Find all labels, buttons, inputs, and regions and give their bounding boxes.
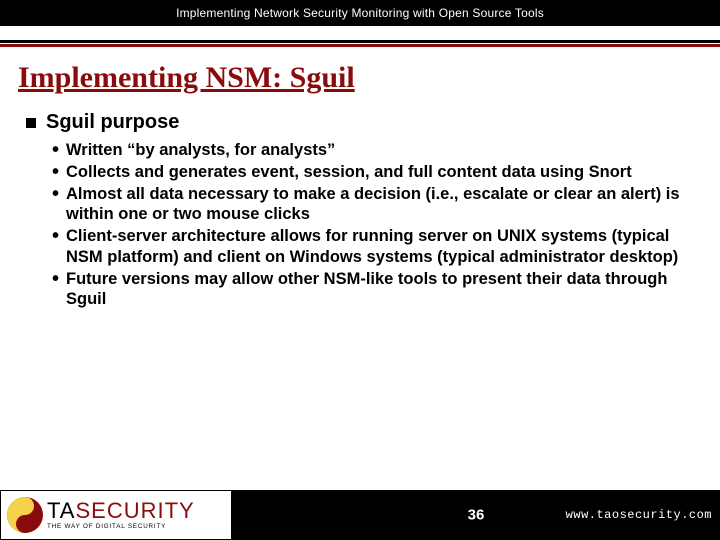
list-item: • Almost all data necessary to make a de… bbox=[52, 184, 694, 226]
logo: TASECURITY THE WAY OF DIGITAL SECURITY bbox=[0, 490, 232, 540]
slide-body: Sguil purpose • Written “by analysts, fo… bbox=[26, 111, 694, 310]
bullet-icon: • bbox=[52, 184, 59, 204]
bullet-text: Client-server architecture allows for ru… bbox=[66, 226, 694, 268]
header-title: Implementing Network Security Monitoring… bbox=[176, 6, 544, 20]
section-heading-row: Sguil purpose bbox=[26, 111, 694, 134]
list-item: • Future versions may allow other NSM-li… bbox=[52, 269, 694, 311]
yinyang-icon bbox=[7, 497, 43, 533]
slide: Implementing Network Security Monitoring… bbox=[0, 0, 720, 540]
footer-bar: 36 www.taosecurity.com bbox=[232, 490, 720, 540]
list-item: • Client-server architecture allows for … bbox=[52, 226, 694, 268]
bullet-list: • Written “by analysts, for analysts” • … bbox=[52, 140, 694, 310]
bullet-text: Almost all data necessary to make a deci… bbox=[66, 184, 694, 226]
list-item: • Written “by analysts, for analysts” bbox=[52, 140, 694, 161]
page-number: 36 bbox=[468, 507, 485, 524]
bullet-text: Collects and generates event, session, a… bbox=[66, 162, 632, 183]
section-heading: Sguil purpose bbox=[46, 111, 179, 134]
brand-name: TASECURITY bbox=[47, 500, 195, 522]
brand-name-left: TA bbox=[47, 498, 75, 523]
divider-dark bbox=[0, 40, 720, 43]
bullet-text: Future versions may allow other NSM-like… bbox=[66, 269, 694, 311]
bullet-icon: • bbox=[52, 269, 59, 289]
divider-red bbox=[0, 44, 720, 47]
slide-title: Implementing NSM: Sguil bbox=[18, 61, 720, 95]
list-item: • Collects and generates event, session,… bbox=[52, 162, 694, 183]
header-title-bar: Implementing Network Security Monitoring… bbox=[0, 0, 720, 26]
footer: TASECURITY THE WAY OF DIGITAL SECURITY 3… bbox=[0, 490, 720, 540]
bullet-icon: • bbox=[52, 140, 59, 160]
brand-name-right: SECURITY bbox=[75, 498, 194, 523]
bullet-text: Written “by analysts, for analysts” bbox=[66, 140, 335, 161]
bullet-icon: • bbox=[52, 226, 59, 246]
brand-text: TASECURITY THE WAY OF DIGITAL SECURITY bbox=[47, 500, 195, 530]
brand-tagline: THE WAY OF DIGITAL SECURITY bbox=[47, 524, 195, 530]
footer-url: www.taosecurity.com bbox=[566, 508, 712, 522]
square-bullet-icon bbox=[26, 118, 36, 128]
bullet-icon: • bbox=[52, 162, 59, 182]
